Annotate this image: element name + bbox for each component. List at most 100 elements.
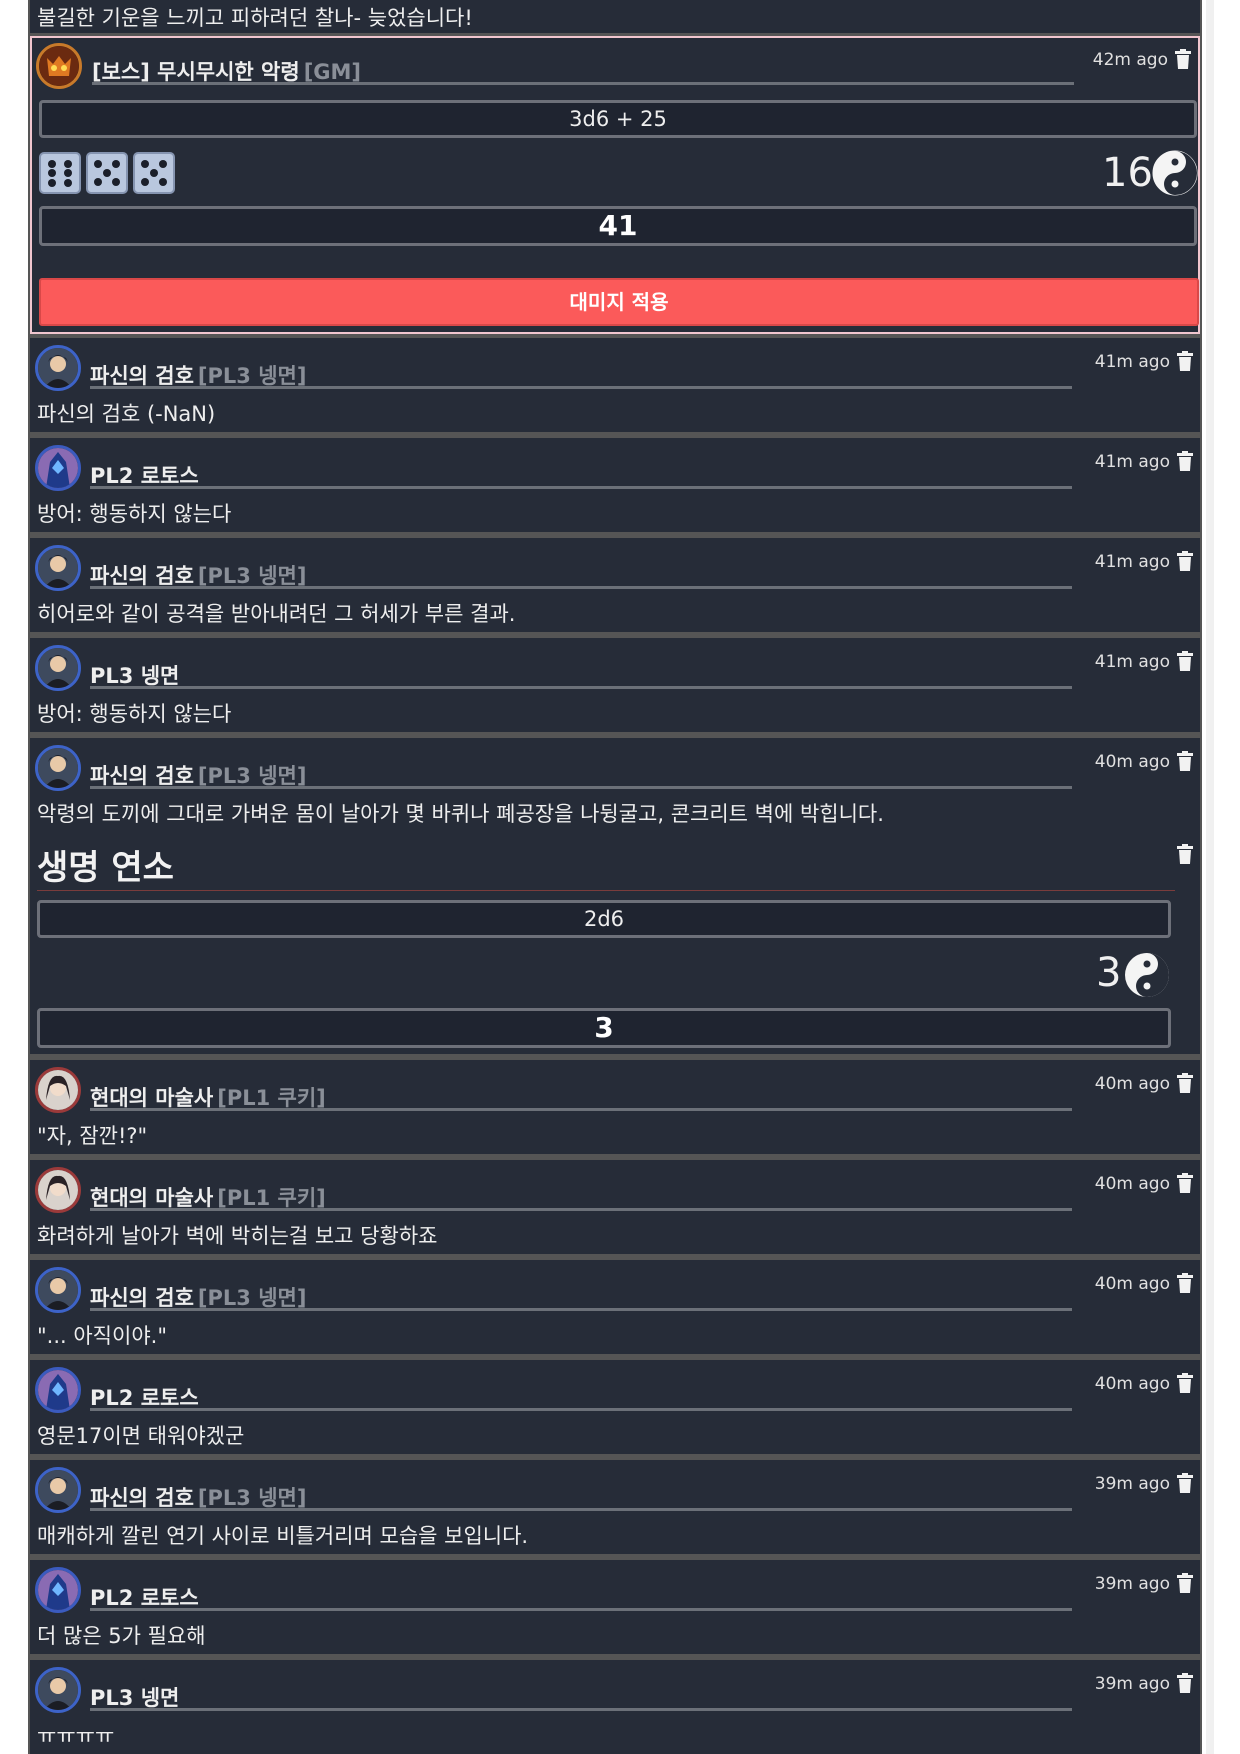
message-text: ㅠㅠㅠㅠ	[37, 1724, 115, 1748]
trash-icon[interactable]	[1176, 351, 1194, 371]
chat-message: 파신의 검호 [PL3 넹면] 41m ago 파신의 검호 (-NaN)	[30, 338, 1200, 432]
trash-icon[interactable]	[1176, 651, 1194, 671]
chat-log[interactable]: 불길한 기운을 느끼고 피하려던 찰나- 늦었습니다! [보스] 무시무시한 악…	[28, 0, 1202, 1754]
trash-icon[interactable]	[1176, 1373, 1194, 1393]
avatar	[35, 445, 81, 491]
sender-name: 파신의 검호 [PL3 넹면]	[90, 560, 1072, 589]
timestamp: 40m ago	[1094, 1374, 1170, 1394]
avatar	[35, 645, 81, 691]
sender-name: PL2 로토스	[90, 1582, 1072, 1611]
sender-name: 현대의 마술사 [PL1 쿠키]	[90, 1182, 1072, 1211]
message-text: "... 아직이야."	[37, 1324, 167, 1348]
message-text: 더 많은 5가 필요해	[37, 1624, 206, 1648]
avatar	[35, 1567, 81, 1613]
sender-label: 현대의 마술사	[90, 1186, 214, 1210]
chat-message: PL2 로토스 40m ago 영문17이면 태워야겠군	[30, 1360, 1200, 1454]
sender-tag: [PL3 넹면]	[197, 1486, 307, 1510]
sender-name: [보스] 무시무시한 악령 [GM]	[92, 56, 1074, 85]
timestamp: 39m ago	[1094, 1674, 1170, 1694]
trash-icon[interactable]	[1176, 1573, 1194, 1593]
trash-icon[interactable]	[1176, 844, 1194, 864]
chat-message: 파신의 검호 [PL3 넹면] 41m ago 히어로와 같이 공격을 받아내려던…	[30, 538, 1200, 632]
avatar	[35, 1267, 81, 1313]
trash-icon[interactable]	[1176, 1473, 1194, 1493]
life-roll-message: 생명 연소 2d6 3 3	[30, 832, 1200, 1054]
timestamp: 40m ago	[1094, 1174, 1170, 1194]
die-six	[39, 152, 81, 194]
sender-label: [보스] 무시무시한 악령	[92, 60, 300, 84]
trash-icon[interactable]	[1176, 451, 1194, 471]
chat-message: PL2 로토스 41m ago 방어: 행동하지 않는다	[30, 438, 1200, 532]
total-text: 3	[594, 1011, 614, 1044]
chat-message: PL3 넹면 39m ago ㅠㅠㅠㅠ	[30, 1660, 1200, 1754]
timestamp: 40m ago	[1094, 1074, 1170, 1094]
message-text: 영문17이면 태워야겠군	[37, 1424, 245, 1448]
sender-label: PL3 넹면	[90, 1686, 180, 1710]
sender-label: PL2 로토스	[90, 1386, 199, 1410]
chat-message: 불길한 기운을 느끼고 피하려던 찰나- 늦었습니다!	[30, 0, 1200, 33]
avatar	[35, 745, 81, 791]
sender-name: 파신의 검호 [PL3 넹면]	[90, 1282, 1072, 1311]
trash-icon[interactable]	[1176, 1673, 1194, 1693]
yin-yang-icon	[1152, 150, 1198, 196]
sender-label: 현대의 마술사	[90, 1086, 214, 1110]
sender-label: 파신의 검호	[90, 764, 194, 788]
trash-icon[interactable]	[1176, 1273, 1194, 1293]
sender-name: 현대의 마술사 [PL1 쿠키]	[90, 1082, 1072, 1111]
sender-name: PL2 로토스	[90, 460, 1072, 489]
chat-message: PL3 넹면 41m ago 방어: 행동하지 않는다	[30, 638, 1200, 732]
timestamp: 41m ago	[1094, 452, 1170, 472]
timestamp: 42m ago	[1092, 50, 1168, 70]
sender-label: PL3 넹면	[90, 664, 180, 688]
timestamp: 41m ago	[1094, 352, 1170, 372]
message-text: 악령의 도끼에 그대로 가벼운 몸이 날아가 몇 바퀴나 폐공장을 나뒹굴고, …	[37, 802, 884, 826]
avatar	[35, 545, 81, 591]
sender-label: 파신의 검호	[90, 1486, 194, 1510]
avatar	[35, 1167, 81, 1213]
timestamp: 39m ago	[1094, 1474, 1170, 1494]
avatar	[35, 1367, 81, 1413]
sender-tag: [PL3 넹면]	[197, 364, 307, 388]
roll-formula: 2d6	[37, 900, 1171, 938]
timestamp: 40m ago	[1094, 752, 1170, 772]
trash-icon[interactable]	[1176, 1073, 1194, 1093]
scrollbar[interactable]	[1206, 0, 1214, 1754]
sender-name: PL3 넹면	[90, 1682, 1072, 1711]
sender-name: PL2 로토스	[90, 1382, 1072, 1411]
avatar	[35, 1467, 81, 1513]
sender-tag: [PL1 쿠키]	[217, 1086, 326, 1110]
die-five	[133, 152, 175, 194]
chat-message: 파신의 검호 [PL3 넹면] 40m ago 악령의 도끼에 그대로 가벼운 몸…	[30, 738, 1200, 832]
message-text: 화려하게 날아가 벽에 박히는걸 보고 당황하죠	[37, 1224, 438, 1248]
chat-message: 현대의 마술사 [PL1 쿠키] 40m ago "자, 잠깐!?"	[30, 1060, 1200, 1154]
roll-sum: 16	[1102, 150, 1153, 196]
chat-message: 파신의 검호 [PL3 넹면] 40m ago "... 아직이야."	[30, 1260, 1200, 1354]
trash-icon[interactable]	[1176, 551, 1194, 571]
roll-title: 생명 연소	[37, 848, 174, 888]
sender-label: PL2 로토스	[90, 464, 199, 488]
formula-text: 3d6 + 25	[569, 107, 667, 131]
die-five	[86, 152, 128, 194]
sender-label: 파신의 검호	[90, 364, 194, 388]
sender-tag: [PL1 쿠키]	[217, 1186, 326, 1210]
trash-icon[interactable]	[1174, 49, 1192, 69]
sender-tag: [PL3 넹면]	[197, 764, 307, 788]
sender-name: 파신의 검호 [PL3 넹면]	[90, 360, 1072, 389]
trash-icon[interactable]	[1176, 751, 1194, 771]
chat-message: 파신의 검호 [PL3 넹면] 39m ago 매캐하게 깔린 연기 사이로 비틀…	[30, 1460, 1200, 1554]
apply-damage-button[interactable]: 대미지 적용	[39, 278, 1199, 326]
title-divider	[37, 890, 1175, 891]
message-text: 불길한 기운을 느끼고 피하려던 찰나- 늦었습니다!	[37, 6, 473, 30]
sender-tag: [PL3 넹면]	[197, 564, 307, 588]
message-text: 매캐하게 깔린 연기 사이로 비틀거리며 모습을 보입니다.	[37, 1524, 529, 1548]
avatar	[35, 1667, 81, 1713]
dice-row	[39, 152, 189, 194]
formula-text: 2d6	[583, 907, 625, 931]
message-text: 히어로와 같이 공격을 받아내려던 그 허세가 부른 결과.	[37, 602, 516, 626]
total-text: 41	[598, 209, 638, 242]
avatar	[35, 345, 81, 391]
boss-roll-message: [보스] 무시무시한 악령 [GM] 42m ago 3d6 + 25 16 4…	[30, 36, 1200, 334]
roll-total: 3	[37, 1008, 1171, 1048]
trash-icon[interactable]	[1176, 1173, 1194, 1193]
avatar	[35, 1067, 81, 1113]
